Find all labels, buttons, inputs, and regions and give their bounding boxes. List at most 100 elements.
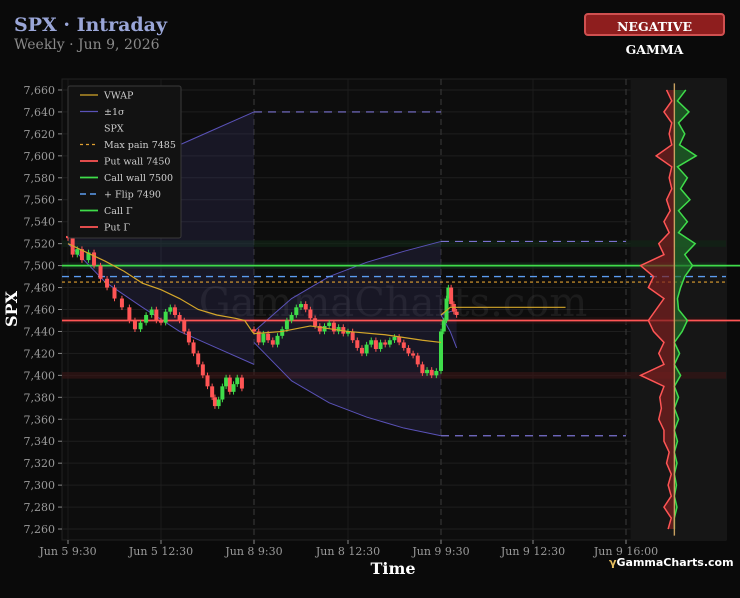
y-tick-label: 7,660 <box>24 84 56 97</box>
candle-body <box>415 355 420 365</box>
candle-body <box>454 311 459 315</box>
candle-body <box>127 307 132 321</box>
candle-body <box>200 364 205 376</box>
y-tick-label: 7,480 <box>24 282 56 295</box>
candle-body <box>449 287 454 305</box>
x-tick-label: Jun 5 12:30 <box>128 545 193 558</box>
candle-body <box>429 369 434 376</box>
candle-body <box>299 304 303 308</box>
candle-body <box>420 364 425 374</box>
candle-body <box>355 340 360 348</box>
candle-body <box>177 314 182 321</box>
y-tick-label: 7,380 <box>24 391 56 404</box>
legend-label: Put wall 7450 <box>104 157 170 168</box>
candle-body <box>378 342 383 350</box>
legend-label: Max pain 7485 <box>104 140 176 151</box>
y-tick-label: 7,440 <box>24 325 56 338</box>
y-tick-label: 7,460 <box>24 304 56 317</box>
candle-body <box>231 384 236 392</box>
candle-body <box>401 342 406 348</box>
y-tick-label: 7,600 <box>24 150 56 163</box>
candle-body <box>441 320 446 332</box>
candle-body <box>383 342 388 345</box>
x-axis-title: Time <box>370 559 415 578</box>
candle-body <box>172 307 177 315</box>
legend-label: Call Γ <box>104 206 133 217</box>
candle-body <box>266 333 271 341</box>
candle-body <box>119 298 124 308</box>
candle-body <box>411 353 416 356</box>
candle-body <box>112 287 117 299</box>
y-tick-label: 7,280 <box>24 501 56 514</box>
y-tick-label: 7,620 <box>24 128 56 141</box>
legend: VWAP ±1σ SPX Max pain 7485 Put wall 7450 Call… <box>67 85 182 239</box>
x-tick-label: Jun 8 9:30 <box>224 545 282 558</box>
candle-body <box>227 377 232 392</box>
candle-body <box>350 331 355 341</box>
candle-body <box>182 320 187 332</box>
y-tick-label: 7,320 <box>24 457 56 470</box>
y-tick-label: 7,540 <box>24 216 56 229</box>
y-tick-label: 7,580 <box>24 172 56 185</box>
candle-body <box>216 399 221 407</box>
candle-body <box>308 309 313 319</box>
y-tick-label: 7,560 <box>24 194 56 207</box>
candle-body <box>75 249 80 255</box>
y-tick-label: 7,640 <box>24 106 56 119</box>
candle-body <box>105 278 110 288</box>
candle-body <box>289 314 294 321</box>
candle-body <box>270 340 275 345</box>
x-tick-label: Jun 9 9:30 <box>411 545 469 558</box>
candle-body <box>313 318 318 326</box>
candle-body <box>98 265 103 279</box>
candle-body <box>261 333 266 343</box>
candle-body <box>163 311 168 323</box>
legend-label: SPX <box>104 124 124 135</box>
candle-body <box>154 309 159 321</box>
candle-body <box>212 397 217 407</box>
candle-body <box>144 314 149 323</box>
chart-canvas: GammaCharts.com7,2607,2807,3007,3207,340… <box>2 78 740 578</box>
candle-body <box>138 322 143 330</box>
candle-body <box>205 375 210 387</box>
candle-body <box>397 336 402 343</box>
candle-body <box>220 386 225 400</box>
candle-body <box>275 335 280 345</box>
candle-body <box>303 304 308 310</box>
candle-body <box>168 307 173 312</box>
legend-label: Call wall 7500 <box>104 173 173 184</box>
legend-label: VWAP <box>103 91 134 102</box>
y-tick-label: 7,300 <box>24 479 56 492</box>
candle-body <box>387 340 392 345</box>
candle-body <box>280 329 285 336</box>
candle-body <box>186 331 191 343</box>
legend-label: ±1σ <box>104 107 125 118</box>
y-tick-label: 7,420 <box>24 347 56 360</box>
candle-body <box>210 386 215 398</box>
candle-body <box>392 336 397 341</box>
candle-body <box>373 340 378 350</box>
legend-label: + Flip 7490 <box>104 190 161 201</box>
candle-body <box>439 331 443 371</box>
candle-body <box>196 353 201 365</box>
y-tick-label: 7,260 <box>24 523 56 536</box>
candle-body <box>191 342 196 354</box>
y-tick-label: 7,360 <box>24 413 56 426</box>
candle-body <box>294 307 299 315</box>
y-tick-label: 7,340 <box>24 435 56 448</box>
candle-body <box>92 252 97 266</box>
candle-body <box>425 369 430 374</box>
candle-body <box>359 347 364 354</box>
candle-body <box>369 340 374 345</box>
x-tick-label: Jun 8 12:30 <box>315 545 380 558</box>
candle-body <box>239 377 244 389</box>
legend-label: Put Γ <box>104 223 130 234</box>
candle-body <box>364 344 369 354</box>
candle-body <box>132 320 137 330</box>
brand-logo: γGammaCharts.com <box>609 556 734 569</box>
candle-body <box>284 320 289 330</box>
x-tick-label: Jun 5 9:30 <box>38 545 96 558</box>
y-tick-label: 7,500 <box>24 260 56 273</box>
candle-body <box>406 347 411 354</box>
y-tick-label: 7,520 <box>24 238 56 251</box>
